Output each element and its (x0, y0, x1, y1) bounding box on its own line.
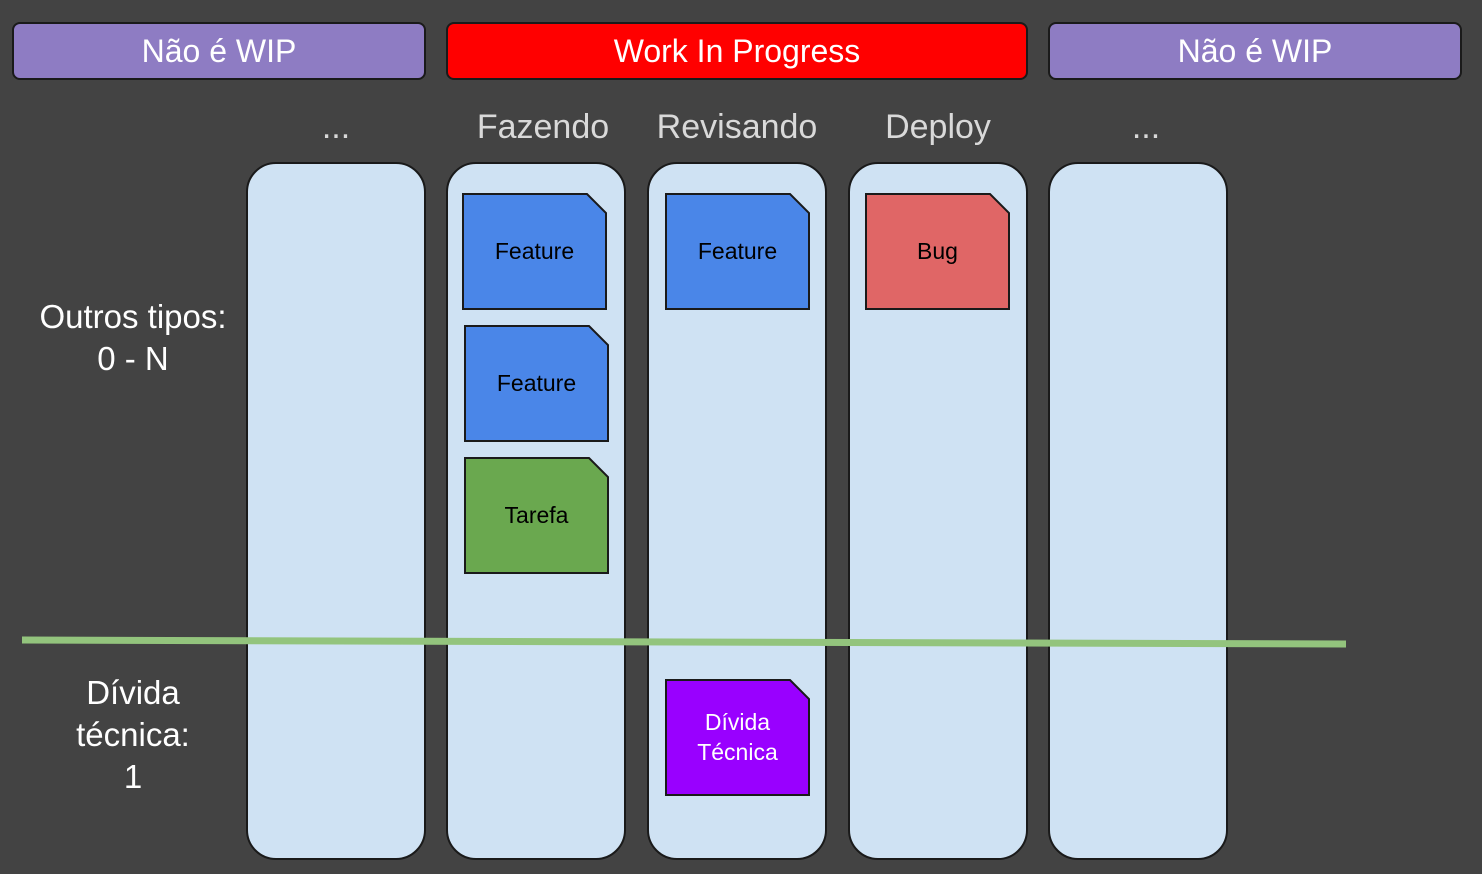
card-label-line2: Técnica (697, 738, 778, 765)
lane-label-line2: 0 - N (97, 340, 169, 377)
card-label: Feature (697, 237, 778, 264)
column-header-ellipsis-left: ... (321, 107, 351, 146)
card-label: Dívida Técnica (697, 708, 778, 768)
column-header-fazendo: Fazendo (476, 107, 610, 146)
kanban-column-ellipsis-right (1048, 162, 1228, 860)
card-tarefa-fazendo[interactable]: Tarefa (464, 457, 609, 574)
banner-label: Não é WIP (1177, 32, 1333, 69)
card-feature-revisando[interactable]: Feature (665, 193, 810, 310)
card-bug-deploy[interactable]: Bug (865, 193, 1010, 310)
lane-label-line2: técnica: (76, 716, 190, 753)
card-label-line1: Dívida (704, 708, 771, 735)
column-header-ellipsis-right: ... (1131, 107, 1161, 146)
banner-label: Work In Progress (613, 32, 861, 69)
lane-label-other-types: Outros tipos: 0 - N (3, 296, 263, 380)
lane-label-line1: Dívida (86, 674, 180, 711)
card-label: Feature (494, 237, 575, 264)
banner-nao-wip-right: Não é WIP (1048, 22, 1462, 80)
banner-nao-wip-left: Não é WIP (12, 22, 426, 80)
card-label: Feature (496, 369, 577, 396)
column-header-deploy: Deploy (885, 107, 991, 146)
column-header-revisando: Revisando (656, 107, 818, 146)
kanban-column-ellipsis-left (246, 162, 426, 860)
lane-label-line1: Outros tipos: (39, 298, 227, 335)
banner-work-in-progress: Work In Progress (446, 22, 1028, 80)
card-label: Tarefa (504, 501, 569, 528)
card-feature-fazendo-2[interactable]: Feature (464, 325, 609, 442)
card-divida-tecnica-revisando[interactable]: Dívida Técnica (665, 679, 810, 796)
lane-label-tech-debt: Dívida técnica: 1 (3, 672, 263, 798)
card-label: Bug (917, 237, 958, 264)
banner-label: Não é WIP (141, 32, 297, 69)
lane-label-line3: 1 (123, 758, 143, 795)
card-feature-fazendo-1[interactable]: Feature (462, 193, 607, 310)
